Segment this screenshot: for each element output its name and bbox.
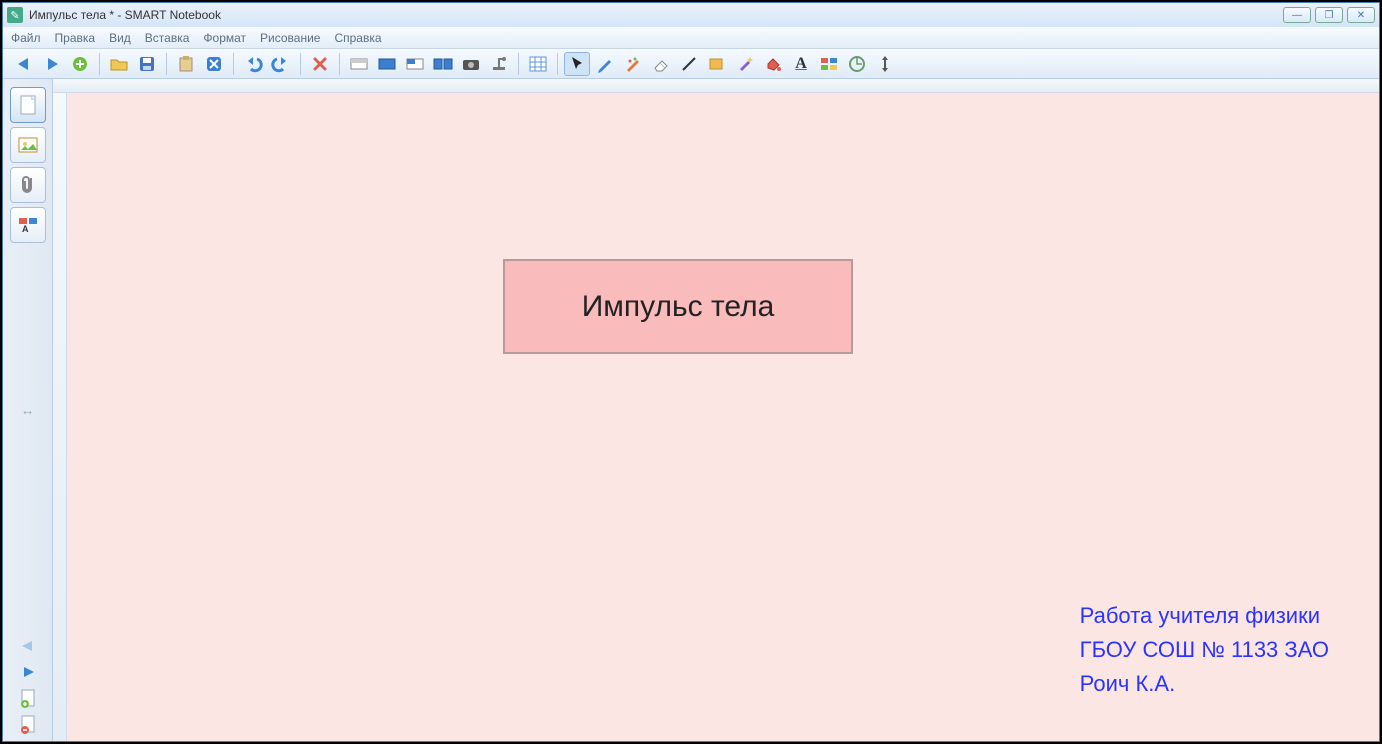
paste-button[interactable] <box>173 52 199 76</box>
line-tool-button[interactable] <box>676 52 702 76</box>
sidebar-nav <box>15 635 41 735</box>
delete-page-button[interactable] <box>15 713 41 735</box>
credit-line-1: Работа учителя физики <box>1080 599 1329 633</box>
magic-pen-button[interactable] <box>732 52 758 76</box>
maximize-button[interactable]: ❐ <box>1315 7 1343 23</box>
fullscreen-button[interactable] <box>374 52 400 76</box>
close-icon: ✕ <box>1357 10 1365 21</box>
toolbar-separator <box>518 53 519 75</box>
doc-camera-button[interactable] <box>486 52 512 76</box>
toolbar-separator <box>557 53 558 75</box>
screen-shade-button[interactable] <box>346 52 372 76</box>
screen-capture-button[interactable] <box>458 52 484 76</box>
fill-tool-button[interactable] <box>760 52 786 76</box>
menu-view[interactable]: Вид <box>109 31 131 45</box>
close-button[interactable]: ✕ <box>1347 7 1375 23</box>
nav-back-button[interactable] <box>11 52 37 76</box>
undo-button[interactable] <box>240 52 266 76</box>
maximize-icon: ❐ <box>1325 10 1334 21</box>
page-workspace: Импульс тела Работа учителя физики ГБОУ … <box>53 79 1379 741</box>
next-page-button[interactable] <box>15 661 41 683</box>
credit-line-2: ГБОУ СОШ № 1133 ЗАО <box>1080 633 1329 667</box>
slide-title-text: Импульс тела <box>582 290 775 324</box>
menu-help[interactable]: Справка <box>334 31 381 45</box>
nav-forward-button[interactable] <box>39 52 65 76</box>
toolbar-separator <box>166 53 167 75</box>
open-button[interactable] <box>106 52 132 76</box>
slide-canvas[interactable]: Импульс тела Работа учителя физики ГБОУ … <box>67 93 1379 741</box>
text-icon: A <box>795 55 807 73</box>
horizontal-ruler <box>53 79 1379 93</box>
svg-text:A: A <box>22 224 29 234</box>
transparent-bg-button[interactable] <box>402 52 428 76</box>
eraser-button[interactable] <box>648 52 674 76</box>
add-page-side-button[interactable] <box>15 687 41 709</box>
menu-bar: Файл Правка Вид Вставка Формат Рисование… <box>3 27 1379 49</box>
redo-button[interactable] <box>268 52 294 76</box>
sidebar-resize-handle[interactable]: ↔ <box>21 402 35 418</box>
menu-insert[interactable]: Вставка <box>145 31 190 45</box>
app-icon <box>7 7 23 23</box>
move-toolbar-button[interactable] <box>872 52 898 76</box>
menu-drawing[interactable]: Рисование <box>260 31 320 45</box>
menu-format[interactable]: Формат <box>203 31 246 45</box>
slide-title-box[interactable]: Импульс тела <box>503 259 853 354</box>
toolbar-separator <box>233 53 234 75</box>
credit-block[interactable]: Работа учителя физики ГБОУ СОШ № 1133 ЗА… <box>1080 599 1329 701</box>
content-area: A ↔ Импульс тела Работа учителя физики Г… <box>3 79 1379 741</box>
credit-line-3: Роич К.А. <box>1080 667 1329 701</box>
window-title: Импульс тела * - SMART Notebook <box>29 8 221 22</box>
properties-tab[interactable]: A <box>10 207 46 243</box>
title-bar: Импульс тела * - SMART Notebook — ❐ ✕ <box>3 3 1379 27</box>
prev-page-button[interactable] <box>15 635 41 657</box>
attachments-tab[interactable] <box>10 167 46 203</box>
gallery-tab[interactable] <box>10 127 46 163</box>
properties-button[interactable] <box>816 52 842 76</box>
page-sorter-tab[interactable] <box>10 87 46 123</box>
toolbar-separator <box>339 53 340 75</box>
minimize-icon: — <box>1292 10 1302 21</box>
insert-table-button[interactable] <box>525 52 551 76</box>
menu-file[interactable]: Файл <box>11 31 41 45</box>
app-window: Импульс тела * - SMART Notebook — ❐ ✕ Фа… <box>2 2 1380 742</box>
pen-tool-button[interactable] <box>592 52 618 76</box>
side-panel: A ↔ <box>3 79 53 741</box>
toolbar-separator <box>99 53 100 75</box>
add-page-button[interactable] <box>67 52 93 76</box>
cut-button[interactable] <box>201 52 227 76</box>
save-button[interactable] <box>134 52 160 76</box>
measurement-tools-button[interactable] <box>844 52 870 76</box>
vertical-ruler <box>53 93 67 741</box>
menu-edit[interactable]: Правка <box>55 31 96 45</box>
minimize-button[interactable]: — <box>1283 7 1311 23</box>
main-toolbar: A <box>3 49 1379 79</box>
select-tool-button[interactable] <box>564 52 590 76</box>
creative-pen-button[interactable] <box>620 52 646 76</box>
dual-page-button[interactable] <box>430 52 456 76</box>
shape-tool-button[interactable] <box>704 52 730 76</box>
text-tool-button[interactable]: A <box>788 52 814 76</box>
delete-button[interactable] <box>307 52 333 76</box>
toolbar-separator <box>300 53 301 75</box>
